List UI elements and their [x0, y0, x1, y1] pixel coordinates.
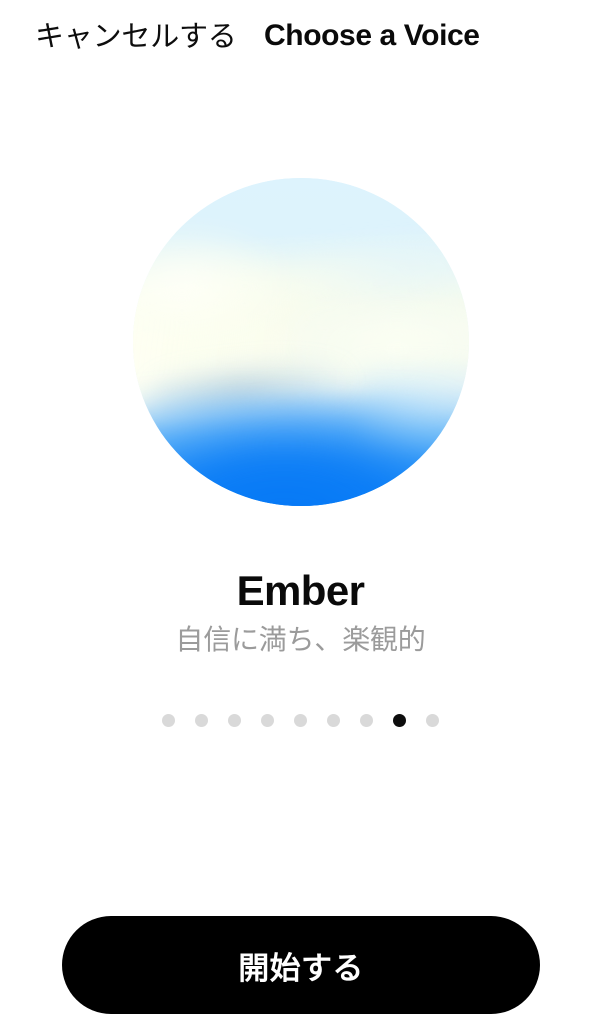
cancel-button[interactable]: キャンセルする: [35, 16, 237, 58]
voice-name: Ember: [236, 567, 365, 614]
pager-dot[interactable]: [327, 714, 340, 727]
pager-dot-active[interactable]: [393, 714, 406, 727]
voice-pager: [0, 714, 601, 727]
pager-dot[interactable]: [228, 714, 241, 727]
voice-description: 自信に満ち、楽観的: [175, 624, 426, 655]
start-button[interactable]: 開始する: [62, 916, 540, 1014]
pager-dot[interactable]: [162, 714, 175, 727]
orb-highlight-top-left: [132, 230, 288, 342]
choose-voice-screen: キャンセルする Choose a Voice Ember 自信に満ち、楽観的 開…: [0, 0, 601, 1024]
page-title: Choose a Voice: [264, 19, 480, 52]
pager-dot[interactable]: [294, 714, 307, 727]
pager-dot[interactable]: [360, 714, 373, 727]
pager-dot[interactable]: [261, 714, 274, 727]
pager-dot[interactable]: [195, 714, 208, 727]
pager-dot[interactable]: [426, 714, 439, 727]
voice-orb-container: [0, 178, 601, 508]
voice-orb-icon[interactable]: [132, 178, 469, 506]
orb-deep-blue-pool: [132, 394, 469, 506]
header-bar: キャンセルする Choose a Voice: [0, 0, 601, 76]
